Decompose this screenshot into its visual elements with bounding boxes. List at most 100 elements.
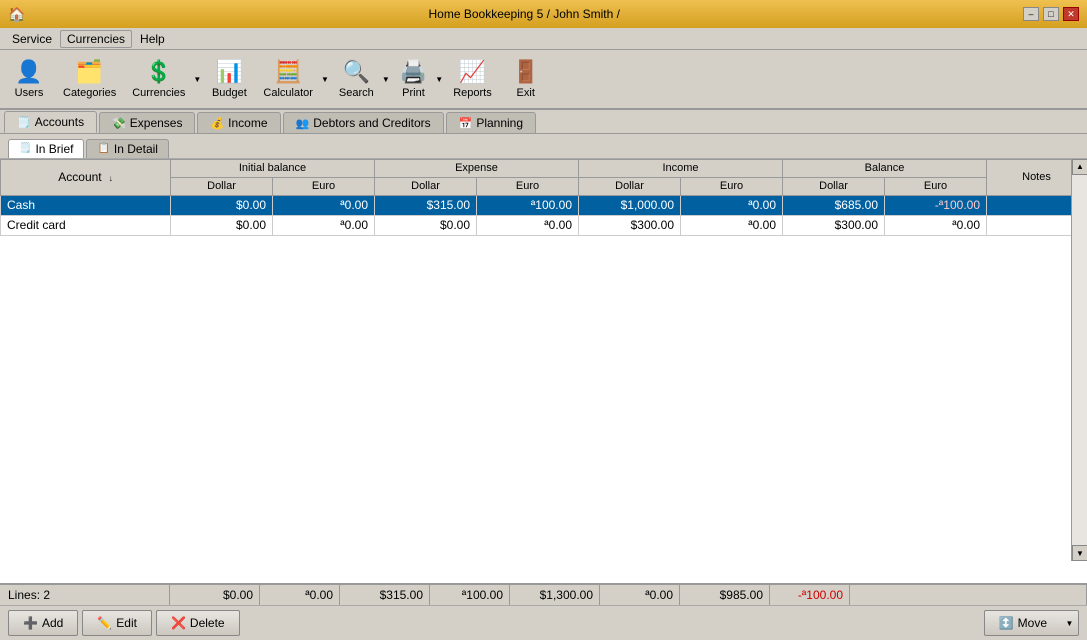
calculator-icon: 🧮 xyxy=(274,59,301,85)
tab-expenses[interactable]: 💸 Expenses xyxy=(99,112,195,133)
toolbar-categories-label: Categories xyxy=(63,87,116,99)
menu-help[interactable]: Help xyxy=(132,30,173,48)
delete-icon: ❌ xyxy=(171,616,186,630)
table-wrapper: Account ↓ Initial balance Expense Income… xyxy=(0,159,1087,583)
toolbar-currencies-group: 💲 Currencies ▼ xyxy=(125,53,202,105)
toolbar-currencies[interactable]: 💲 Currencies xyxy=(125,53,192,105)
categories-icon: 🗂️ xyxy=(76,59,103,85)
scroll-down-button[interactable]: ▼ xyxy=(1072,545,1087,561)
search-arrow[interactable]: ▼ xyxy=(381,53,391,105)
cell-initial-euro: ª0.00 xyxy=(273,215,375,235)
tab-accounts-label: Accounts xyxy=(35,115,84,129)
maximize-button[interactable]: □ xyxy=(1043,7,1059,21)
toolbar-budget[interactable]: 📊 Budget xyxy=(204,53,254,105)
edit-label: Edit xyxy=(116,616,137,630)
cell-balance-euro: -ª100.00 xyxy=(885,195,987,215)
add-label: Add xyxy=(42,616,63,630)
add-icon: ➕ xyxy=(23,616,38,630)
scrollbar: ▲ ▼ xyxy=(1071,159,1087,561)
main-layout: 🗒️ Accounts 💸 Expenses 💰 Income 👥 Debtor… xyxy=(0,110,1087,640)
col-header-initial-euro: Euro xyxy=(273,177,375,195)
toolbar-budget-label: Budget xyxy=(212,87,247,99)
tab-planning[interactable]: 📅 Planning xyxy=(446,112,536,133)
toolbar-search[interactable]: 🔍 Search xyxy=(332,53,381,105)
col-header-account: Account ↓ xyxy=(1,159,171,195)
calculator-arrow[interactable]: ▼ xyxy=(320,53,330,105)
minimize-button[interactable]: – xyxy=(1023,7,1039,21)
sub-tabs: 🗒️ In Brief 📋 In Detail xyxy=(0,134,1087,158)
tab-debtors-label: Debtors and Creditors xyxy=(313,116,430,130)
cell-expense-euro: ª100.00 xyxy=(477,195,579,215)
subtab-in-brief[interactable]: 🗒️ In Brief xyxy=(8,139,84,158)
toolbar-reports[interactable]: 📈 Reports xyxy=(446,53,499,105)
table-row[interactable]: Cash$0.00ª0.00$315.00ª100.00$1,000.00ª0.… xyxy=(1,195,1087,215)
toolbar-calculator-group: 🧮 Calculator ▼ xyxy=(256,53,330,105)
scroll-up-button[interactable]: ▲ xyxy=(1072,159,1087,175)
footer-balance-euro: -ª100.00 xyxy=(770,584,850,606)
toolbar-categories[interactable]: 🗂️ Categories xyxy=(56,53,123,105)
footer-expense-dollar: $315.00 xyxy=(340,584,430,606)
col-header-expense: Expense xyxy=(375,159,579,177)
accounts-tab-icon: 🗒️ xyxy=(17,116,31,129)
cell-income-dollar: $300.00 xyxy=(579,215,681,235)
cell-expense-dollar: $0.00 xyxy=(375,215,477,235)
income-tab-icon: 💰 xyxy=(210,117,224,130)
app-icon: 🏠 xyxy=(8,6,25,23)
menu-service[interactable]: Service xyxy=(4,30,60,48)
exit-icon: 🚪 xyxy=(512,59,539,85)
print-arrow[interactable]: ▼ xyxy=(434,53,444,105)
cell-initial-euro: ª0.00 xyxy=(273,195,375,215)
footer-income-euro: ª0.00 xyxy=(600,584,680,606)
toolbar-print-label: Print xyxy=(402,87,425,99)
subtab-in-brief-label: In Brief xyxy=(35,142,73,156)
toolbar-calculator[interactable]: 🧮 Calculator xyxy=(256,53,320,105)
footer-lines: Lines: 2 xyxy=(0,584,170,606)
footer-income-dollar: $1,300.00 xyxy=(510,584,600,606)
in-detail-icon: 📋 xyxy=(97,143,109,154)
edit-button[interactable]: ✏️ Edit xyxy=(82,610,152,636)
menu-bar: Service Currencies Help xyxy=(0,28,1087,50)
table-header-top: Account ↓ Initial balance Expense Income… xyxy=(1,159,1087,177)
col-header-balance: Balance xyxy=(783,159,987,177)
reports-icon: 📈 xyxy=(459,59,486,85)
budget-icon: 📊 xyxy=(216,59,243,85)
toolbar-currencies-label: Currencies xyxy=(132,87,185,99)
tab-accounts[interactable]: 🗒️ Accounts xyxy=(4,111,97,133)
cell-expense-euro: ª0.00 xyxy=(477,215,579,235)
menu-currencies[interactable]: Currencies xyxy=(60,30,132,48)
col-header-balance-dollar: Dollar xyxy=(783,177,885,195)
title-text: Home Bookkeeping 5 / John Smith / xyxy=(25,7,1023,21)
main-tabs: 🗒️ Accounts 💸 Expenses 💰 Income 👥 Debtor… xyxy=(0,110,1087,134)
window-controls: – □ ✕ xyxy=(1023,7,1079,21)
cell-income-euro: ª0.00 xyxy=(681,215,783,235)
toolbar: 👤 Users 🗂️ Categories 💲 Currencies ▼ 📊 B… xyxy=(0,50,1087,110)
delete-button[interactable]: ❌ Delete xyxy=(156,610,240,636)
tab-expenses-label: Expenses xyxy=(130,116,183,130)
cell-account: Credit card xyxy=(1,215,171,235)
close-button[interactable]: ✕ xyxy=(1063,7,1079,21)
currencies-arrow[interactable]: ▼ xyxy=(192,53,202,105)
subtab-in-detail[interactable]: 📋 In Detail xyxy=(86,139,168,158)
toolbar-search-label: Search xyxy=(339,87,374,99)
footer-initial-euro: ª0.00 xyxy=(260,584,340,606)
move-dropdown-arrow[interactable]: ▼ xyxy=(1061,610,1079,636)
scroll-track[interactable] xyxy=(1072,175,1087,545)
cell-initial-dollar: $0.00 xyxy=(171,195,273,215)
toolbar-print[interactable]: 🖨️ Print xyxy=(393,53,434,105)
tab-income[interactable]: 💰 Income xyxy=(197,112,280,133)
table-body: Cash$0.00ª0.00$315.00ª100.00$1,000.00ª0.… xyxy=(1,195,1087,235)
cell-balance-dollar: $685.00 xyxy=(783,195,885,215)
add-button[interactable]: ➕ Add xyxy=(8,610,78,636)
delete-label: Delete xyxy=(190,616,225,630)
tab-debtors[interactable]: 👥 Debtors and Creditors xyxy=(283,112,444,133)
debtors-tab-icon: 👥 xyxy=(296,117,310,130)
cell-initial-dollar: $0.00 xyxy=(171,215,273,235)
toolbar-exit[interactable]: 🚪 Exit xyxy=(501,53,551,105)
toolbar-users[interactable]: 👤 Users xyxy=(4,53,54,105)
tab-planning-label: Planning xyxy=(476,116,523,130)
table-row[interactable]: Credit card$0.00ª0.00$0.00ª0.00$300.00ª0… xyxy=(1,215,1087,235)
col-header-balance-euro: Euro xyxy=(885,177,987,195)
planning-tab-icon: 📅 xyxy=(459,117,473,130)
move-icon: ↕️ xyxy=(999,616,1014,630)
move-button[interactable]: ↕️ Move xyxy=(984,610,1061,636)
